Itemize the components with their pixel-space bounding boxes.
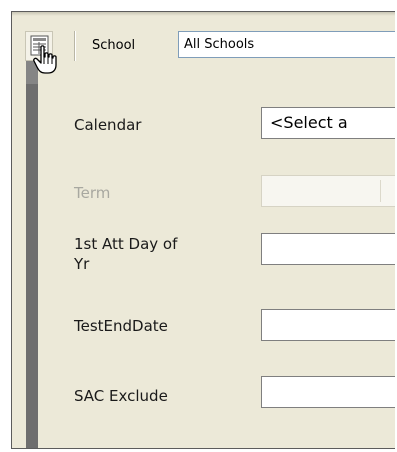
hand-cursor-icon bbox=[33, 45, 57, 74]
school-label: School bbox=[92, 38, 136, 53]
first-att-day-label: 1st Att Day of Yr bbox=[74, 235, 178, 273]
toolbar-separator bbox=[74, 31, 75, 61]
calendar-select[interactable]: <Select a bbox=[261, 107, 395, 139]
sac-exclude-label: SAC Exclude bbox=[74, 387, 168, 405]
calendar-label: Calendar bbox=[74, 116, 142, 134]
term-select-divider bbox=[380, 180, 381, 202]
test-end-date-field[interactable] bbox=[261, 309, 395, 341]
sidebar-edge bbox=[26, 84, 38, 448]
main-panel: School All Schools Calendar <Select a Te… bbox=[11, 11, 395, 449]
test-end-date-label: TestEndDate bbox=[74, 317, 168, 335]
toolbar: School All Schools bbox=[12, 28, 395, 74]
sac-exclude-field[interactable] bbox=[261, 376, 395, 408]
term-select[interactable] bbox=[261, 175, 395, 207]
panel-top-shadow bbox=[12, 12, 395, 16]
first-att-day-field[interactable] bbox=[261, 233, 395, 265]
school-select[interactable]: All Schools bbox=[178, 31, 395, 58]
term-label: Term bbox=[74, 184, 111, 202]
